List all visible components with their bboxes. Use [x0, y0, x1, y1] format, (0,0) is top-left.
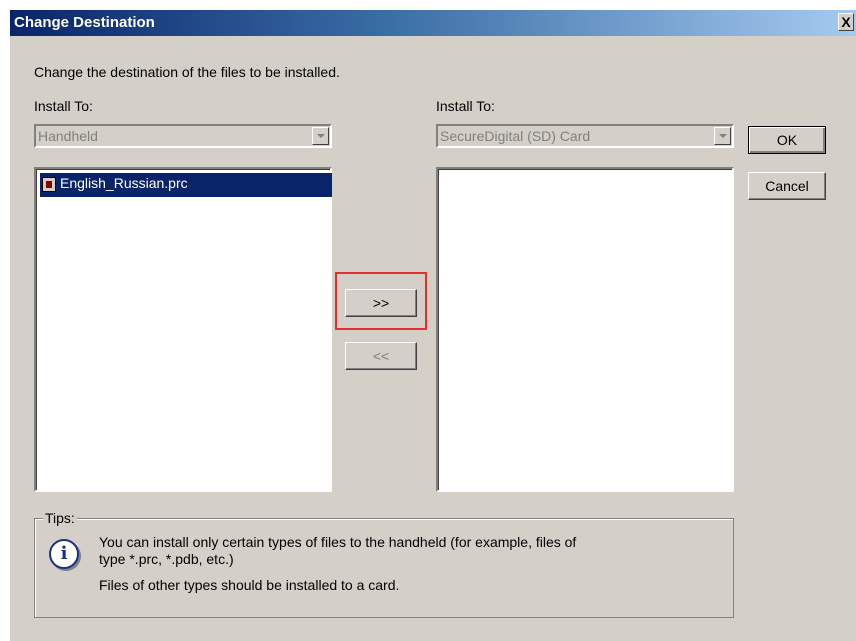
tip-line-3: Files of other types should be installed… [99, 577, 400, 593]
move-left-button[interactable]: << [345, 342, 417, 370]
instruction-text: Change the destination of the files to b… [34, 64, 340, 80]
close-button[interactable]: X [838, 13, 854, 31]
right-combo-value: SecureDigital (SD) Card [440, 128, 591, 144]
left-combo-value: Handheld [38, 128, 98, 144]
prc-file-icon [42, 177, 56, 192]
info-icon: i [49, 539, 79, 569]
cancel-button[interactable]: Cancel [748, 172, 826, 200]
tips-title: Tips: [43, 510, 77, 526]
chevron-down-icon [312, 127, 329, 145]
ok-button[interactable]: OK [748, 126, 826, 154]
dialog-title: Change Destination [14, 14, 155, 31]
change-destination-dialog: Change Destination X Change the destinat… [10, 10, 856, 641]
left-file-list[interactable]: English_Russian.prc [34, 167, 332, 492]
right-destination-combo: SecureDigital (SD) Card [436, 124, 734, 148]
left-destination-combo: Handheld [34, 124, 332, 148]
list-item[interactable]: English_Russian.prc [40, 173, 332, 197]
chevron-down-icon [714, 127, 731, 145]
right-file-list[interactable] [436, 167, 734, 492]
move-right-button[interactable]: >> [345, 289, 417, 317]
right-install-to-label: Install To: [436, 98, 495, 114]
tips-groupbox: Tips: i You can install only certain typ… [34, 510, 734, 618]
tip-line-1: You can install only certain types of fi… [99, 534, 577, 550]
file-name: English_Russian.prc [60, 175, 188, 191]
left-install-to-label: Install To: [34, 98, 93, 114]
title-bar[interactable]: Change Destination X [10, 10, 856, 36]
tip-line-2: type *.prc, *.pdb, etc.) [99, 551, 234, 567]
